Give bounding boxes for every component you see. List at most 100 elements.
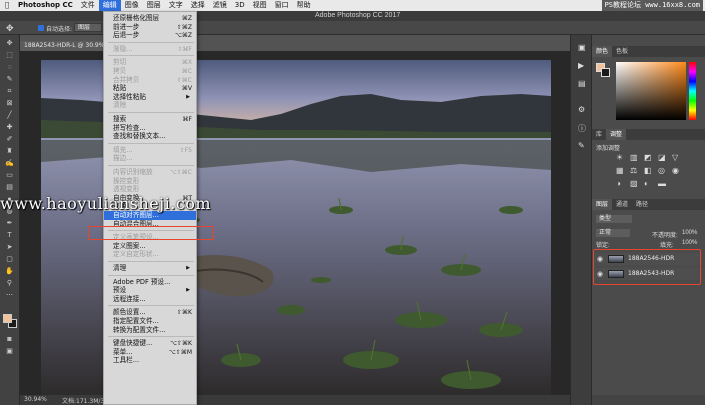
edit-menu-item[interactable]: 工具栏... bbox=[104, 356, 196, 365]
menu-window[interactable]: 窗口 bbox=[271, 0, 293, 11]
lasso-tool-icon[interactable]: ◌ bbox=[4, 63, 15, 72]
mac-menubar:  Photoshop CC 文件 编辑 图像 图层 文字 选择 滤镜 3D 视… bbox=[0, 0, 705, 11]
menu-file[interactable]: 文件 bbox=[77, 0, 99, 11]
menu-type[interactable]: 文字 bbox=[165, 0, 187, 11]
menu-view[interactable]: 视图 bbox=[249, 0, 271, 11]
hue-slider[interactable] bbox=[689, 62, 696, 120]
menu-app-name[interactable]: Photoshop CC bbox=[14, 0, 77, 11]
apple-icon[interactable]:  bbox=[0, 0, 14, 11]
gradient-map-icon[interactable]: ▬ bbox=[658, 179, 666, 188]
quick-select-tool-icon[interactable]: ✎ bbox=[4, 75, 15, 84]
type-tool-icon[interactable]: T bbox=[4, 231, 15, 240]
history-brush-tool-icon[interactable]: ✍ bbox=[4, 159, 15, 168]
move-tool-icon[interactable]: ✥ bbox=[6, 23, 14, 34]
edit-menu-item-label: 颜色设置... bbox=[113, 308, 146, 317]
fill-value[interactable]: 100% bbox=[682, 240, 697, 246]
edit-menu-item[interactable]: 清除 bbox=[104, 101, 196, 110]
move-tool-icon[interactable]: ✥ bbox=[4, 39, 15, 48]
tab-channels[interactable]: 通道 bbox=[612, 199, 632, 210]
levels-icon[interactable]: ▥ bbox=[630, 153, 638, 162]
edit-menu-item[interactable]: 转换为配置文件... bbox=[104, 326, 196, 335]
black-white-icon[interactable]: ◧ bbox=[644, 166, 652, 175]
color-panel-background[interactable] bbox=[601, 68, 610, 77]
menu-image[interactable]: 图像 bbox=[121, 0, 143, 11]
vibrance-icon[interactable]: ▽ bbox=[672, 153, 678, 162]
opacity-value[interactable]: 100% bbox=[682, 230, 697, 236]
edit-menu-item[interactable]: 定义自定形状... bbox=[104, 250, 196, 259]
edit-menu-item[interactable]: 清理 ▶ bbox=[104, 264, 196, 273]
menu-edit[interactable]: 编辑 bbox=[98, 0, 121, 11]
menu-separator bbox=[108, 165, 194, 166]
posterize-icon[interactable]: ▨ bbox=[630, 179, 638, 188]
gradient-tool-icon[interactable]: ▤ bbox=[4, 183, 15, 192]
properties-panel-icon[interactable]: ⚙ bbox=[578, 105, 585, 114]
hand-tool-icon[interactable]: ✋ bbox=[4, 267, 15, 276]
edit-menu-item-label: 合并拷贝 bbox=[113, 75, 140, 84]
foreground-color-swatch[interactable] bbox=[3, 314, 12, 323]
info-panel-icon[interactable]: ⓘ bbox=[578, 123, 586, 134]
edit-menu-item-label: 选择性粘贴 bbox=[113, 92, 146, 101]
window-title: Adobe Photoshop CC 2017 bbox=[315, 12, 401, 19]
tab-paths[interactable]: 路径 bbox=[632, 199, 652, 210]
more-tools-icon[interactable]: ⋯ bbox=[4, 291, 15, 300]
edit-menu-item[interactable]: 描边... bbox=[104, 154, 196, 163]
menu-filter[interactable]: 滤镜 bbox=[209, 0, 231, 11]
eyedropper-tool-icon[interactable]: ╱ bbox=[4, 111, 15, 120]
quick-mask-icon[interactable]: ◙ bbox=[4, 335, 15, 344]
menu-separator bbox=[108, 142, 194, 144]
channel-mixer-icon[interactable]: ◉ bbox=[672, 166, 679, 175]
libraries-panel-icon[interactable]: ▤ bbox=[578, 79, 586, 88]
pen-tool-icon[interactable]: ✒ bbox=[4, 219, 15, 228]
tab-layers[interactable]: 图层 bbox=[592, 199, 613, 210]
edit-menu-item[interactable]: 后退一步 ⌥⌘Z bbox=[104, 31, 196, 40]
invert-icon[interactable]: ◑ bbox=[616, 179, 621, 188]
auto-select-dropdown[interactable]: 图层 bbox=[74, 23, 102, 32]
tab-libraries[interactable]: 库 bbox=[592, 129, 606, 140]
exposure-icon[interactable]: ◪ bbox=[658, 153, 666, 162]
tab-color[interactable]: 颜色 bbox=[592, 46, 613, 57]
edit-menu-item-label: 描边... bbox=[113, 154, 133, 163]
add-adjustment-label: 添加调整 bbox=[596, 146, 621, 152]
eraser-tool-icon[interactable]: ▭ bbox=[4, 171, 15, 180]
clone-stamp-tool-icon[interactable]: ♜ bbox=[4, 147, 15, 156]
tab-adjustments[interactable]: 调整 bbox=[606, 129, 627, 140]
edit-menu-item[interactable]: 渐隐... ⇧⌘F bbox=[104, 45, 196, 54]
actions-panel-icon[interactable]: ▶ bbox=[578, 61, 584, 70]
auto-select-label: 自动选择: bbox=[46, 26, 73, 33]
menu-select[interactable]: 选择 bbox=[187, 0, 209, 11]
brush-tool-icon[interactable]: ✐ bbox=[4, 135, 15, 144]
menu-layer[interactable]: 图层 bbox=[143, 0, 165, 11]
photo-filter-icon[interactable]: ◎ bbox=[658, 166, 665, 175]
menu-help[interactable]: 帮助 bbox=[293, 0, 315, 11]
threshold-icon[interactable]: ◐ bbox=[644, 179, 649, 188]
brush-panel-icon[interactable]: ✎ bbox=[578, 141, 585, 150]
menu-3d[interactable]: 3D bbox=[231, 0, 249, 11]
zoom-tool-icon[interactable]: ⚲ bbox=[4, 279, 15, 288]
menu-separator bbox=[108, 55, 194, 57]
edit-menu-item-label: 工具栏... bbox=[113, 356, 140, 365]
frame-tool-icon[interactable]: ⊠ bbox=[4, 99, 15, 108]
crop-tool-icon[interactable]: ⌗ bbox=[4, 87, 15, 96]
color-field[interactable] bbox=[616, 62, 686, 120]
edit-menu-item-label: 填充... bbox=[113, 145, 133, 154]
brightness-icon[interactable]: ☀ bbox=[616, 153, 623, 162]
auto-select-checkbox[interactable] bbox=[38, 25, 44, 31]
rectangle-tool-icon[interactable]: ▢ bbox=[4, 255, 15, 264]
edit-menu-item[interactable]: 远程连接... bbox=[104, 295, 196, 304]
marquee-tool-icon[interactable]: ⬚ bbox=[4, 51, 15, 60]
tab-swatches[interactable]: 色板 bbox=[612, 46, 632, 57]
history-panel-icon[interactable]: ▣ bbox=[578, 43, 586, 52]
submenu-arrow-icon: ▶ bbox=[186, 265, 190, 271]
hue-saturation-icon[interactable]: ▦ bbox=[616, 166, 624, 175]
layer-kind-filter[interactable]: 类型 bbox=[596, 215, 632, 223]
watermark-site: www.haoyuliansheji.com bbox=[0, 194, 212, 213]
path-select-tool-icon[interactable]: ➤ bbox=[4, 243, 15, 252]
screen-mode-icon[interactable]: ▣ bbox=[4, 347, 15, 356]
edit-menu-item[interactable]: 查找和替换文本... bbox=[104, 132, 196, 141]
color-balance-icon[interactable]: ⚖ bbox=[630, 166, 637, 175]
healing-brush-tool-icon[interactable]: ✚ bbox=[4, 123, 15, 132]
edit-menu-item-label: 前进一步 bbox=[113, 22, 140, 31]
curves-icon[interactable]: ◩ bbox=[644, 153, 652, 162]
zoom-readout[interactable]: 30.94% bbox=[24, 396, 47, 403]
blend-mode-dropdown[interactable]: 正常 bbox=[596, 229, 630, 237]
